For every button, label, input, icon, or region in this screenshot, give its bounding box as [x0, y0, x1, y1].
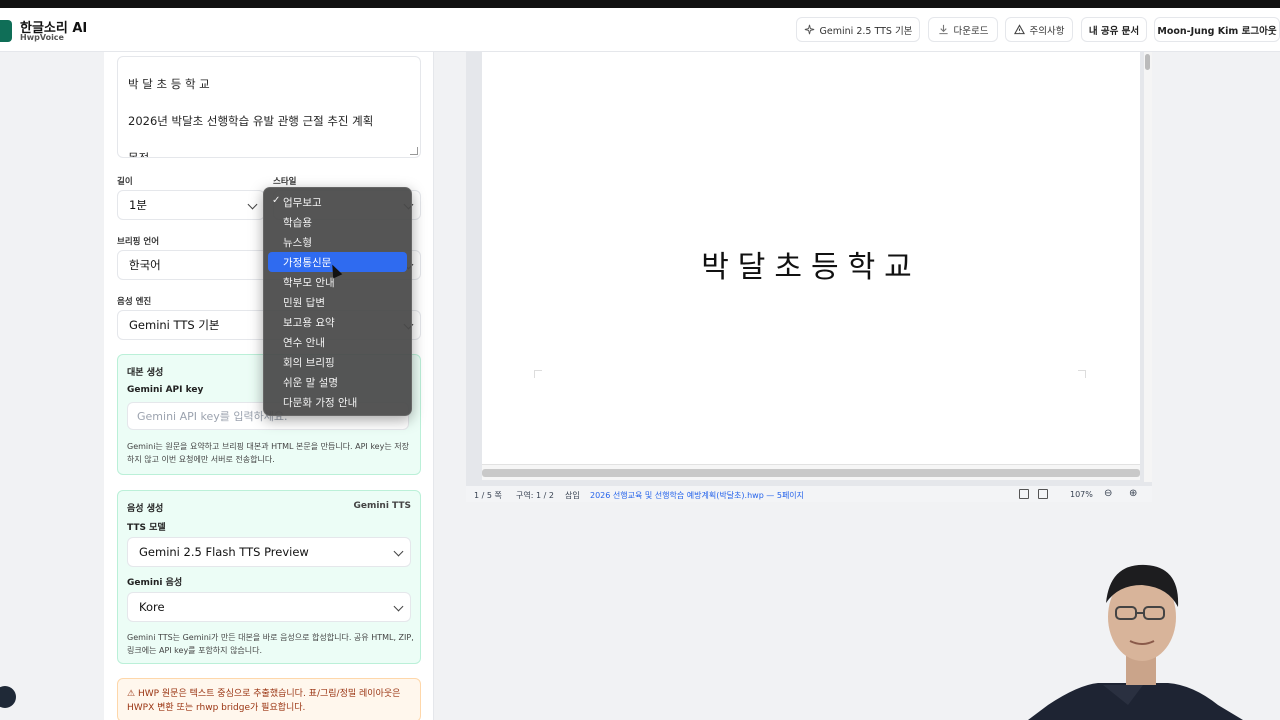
- presenter-image: [1028, 564, 1243, 720]
- style-option[interactable]: 뉴스형: [268, 232, 407, 252]
- scroll-thumb[interactable]: [1145, 54, 1150, 70]
- resize-handle[interactable]: [410, 147, 418, 155]
- script-gen-note: Gemini는 원문을 요약하고 브리핑 대본과 HTML 본문을 만듭니다. …: [127, 442, 409, 464]
- caution-button-label: 주의사항: [1029, 25, 1065, 37]
- chevron-down-icon: [393, 546, 404, 557]
- insert-mode: 삽입: [565, 491, 580, 500]
- download-button[interactable]: 다운로드: [928, 17, 998, 42]
- account-button[interactable]: Moon-Jung Kim 로그아웃: [1154, 17, 1280, 42]
- tts-model-select[interactable]: Gemini 2.5 Flash TTS Preview: [127, 537, 411, 567]
- checkmark-icon: ✓: [272, 195, 281, 206]
- length-label: 길이: [117, 177, 133, 187]
- voice-select[interactable]: Kore: [127, 592, 411, 622]
- style-option-label: 보고용 요약: [283, 317, 335, 330]
- style-option[interactable]: 보고용 요약: [268, 313, 407, 333]
- model-button[interactable]: Gemini 2.5 TTS 기본: [796, 17, 920, 42]
- viewer-status-bar: 1 / 5 쪽 구역: 1 / 2 삽입 2026 선행교육 및 선행학습 예방…: [466, 485, 1152, 502]
- chevron-down-icon: [393, 601, 404, 612]
- api-key-label: Gemini API key: [127, 385, 204, 395]
- app-header: 한글소리 AI HwpVoice Gemini 2.5 TTS 기본 다운로드 …: [0, 8, 1280, 52]
- page-corner-mark: [534, 370, 542, 378]
- scroll-thumb[interactable]: [482, 469, 1140, 477]
- style-option-label: 민원 답변: [283, 297, 325, 310]
- style-option-label: 학습용: [283, 216, 312, 229]
- page-width-icon[interactable]: [1019, 489, 1029, 499]
- zoom-in-icon[interactable]: ⊕: [1129, 488, 1137, 499]
- page-corner-mark: [1078, 370, 1086, 378]
- style-option-label: 연수 안내: [283, 337, 325, 350]
- style-option[interactable]: 민원 답변: [268, 292, 407, 312]
- style-option-label: 다문화 가정 안내: [283, 397, 358, 410]
- tts-model-label: TTS 모델: [127, 523, 166, 533]
- editor-line: 2026년 박달초 선행학습 유발 관행 근절 추진 계획: [128, 114, 374, 128]
- style-option[interactable]: 다문화 가정 안내: [268, 393, 407, 413]
- language-label: 브리핑 언어: [117, 237, 160, 247]
- style-dropdown-menu[interactable]: ✓ 업무보고학습용뉴스형가정통신문학부모 안내민원 답변보고용 요약연수 안내회의…: [263, 187, 412, 416]
- shared-docs-button[interactable]: 내 공유 문서: [1081, 17, 1147, 42]
- length-select[interactable]: 1분: [117, 190, 265, 220]
- style-option[interactable]: 쉬운 말 설명: [268, 373, 407, 393]
- length-value: 1분: [129, 198, 147, 212]
- warning-line: HWPX 변환 또는 rhwp bridge가 필요합니다.: [127, 703, 306, 713]
- warning-line: ⚠ HWP 원문은 텍스트 중심으로 추출했습니다. 표/그림/정밀 레이아웃은: [127, 687, 411, 701]
- voice-value: Kore: [139, 600, 165, 614]
- zoom-level: 107%: [1070, 490, 1093, 499]
- file-name: 2026 선행교육 및 선행학습 예방계획(박달초).hwp — 5페이지: [590, 491, 805, 500]
- hwp-warning: ⚠ HWP 원문은 텍스트 중심으로 추출했습니다. 표/그림/정밀 레이아웃은…: [117, 678, 421, 720]
- vertical-scrollbar[interactable]: [1144, 52, 1152, 482]
- style-option-label: 업무보고: [283, 196, 322, 209]
- tts-model-value: Gemini 2.5 Flash TTS Preview: [139, 545, 309, 559]
- app-logo-icon: [0, 20, 12, 42]
- model-button-label: Gemini 2.5 TTS 기본: [819, 25, 913, 37]
- download-button-label: 다운로드: [953, 25, 989, 37]
- fit-page-icon[interactable]: [1038, 489, 1048, 499]
- horizontal-scrollbar[interactable]: [482, 464, 1140, 480]
- assistant-bubble-icon[interactable]: [0, 686, 16, 708]
- document-page: 박달초등학교: [482, 52, 1140, 464]
- account-label: Moon-Jung Kim 로그아웃: [1157, 25, 1277, 37]
- editor-line: 목적: [128, 151, 150, 158]
- editor-line: 박 달 초 등 학 교: [128, 77, 210, 91]
- style-option-label: 학부모 안내: [283, 276, 335, 289]
- document-title: 박달초등학교: [701, 250, 921, 285]
- style-option-label: 뉴스형: [283, 236, 312, 249]
- voice-label: Gemini 음성: [127, 578, 183, 588]
- style-option[interactable]: ✓ 업무보고: [268, 192, 407, 212]
- style-option[interactable]: 연수 안내: [268, 333, 407, 353]
- voice-gen-note: Gemini TTS는 Gemini가 만든 대본을 바로 음성으로 합성합니다…: [127, 633, 414, 655]
- caution-button[interactable]: 주의사항: [1005, 17, 1073, 42]
- script-gen-title: 대본 생성: [127, 368, 164, 378]
- style-option[interactable]: 회의 브리핑: [268, 353, 407, 373]
- download-icon: [938, 24, 948, 35]
- chevron-down-icon: [247, 199, 258, 210]
- engine-value: Gemini TTS 기본: [129, 318, 220, 332]
- voice-generation-box: 음성 생성 Gemini TTS TTS 모델 Gemini 2.5 Flash…: [117, 490, 421, 664]
- voice-gen-title: 음성 생성: [127, 504, 164, 514]
- shared-docs-label: 내 공유 문서: [1088, 25, 1140, 37]
- zoom-out-icon[interactable]: ⊖: [1104, 488, 1112, 499]
- sparkle-icon: [804, 24, 814, 35]
- section-indicator: 구역: 1 / 2: [516, 491, 554, 500]
- document-viewer: 박달초등학교 1 / 5 쪽 구역: 1 / 2 삽입 2026 선행교육 및 …: [466, 52, 1152, 502]
- webcam-overlay: [1018, 555, 1280, 720]
- engine-label: 음성 엔진: [117, 297, 152, 307]
- source-text-editor[interactable]: 박 달 초 등 학 교 2026년 박달초 선행학습 유발 관행 근절 추진 계…: [117, 56, 421, 158]
- style-option-label: 가정통신문: [283, 256, 332, 269]
- warning-icon: ⚠: [127, 689, 138, 699]
- page-indicator: 1 / 5 쪽: [474, 491, 502, 500]
- style-option-label: 회의 브리핑: [283, 357, 335, 370]
- style-option-label: 쉬운 말 설명: [283, 377, 338, 390]
- warning-text: HWP 원문은 텍스트 중심으로 추출했습니다. 표/그림/정밀 레이아웃은: [137, 689, 401, 699]
- warning-icon: [1013, 24, 1025, 35]
- app-subtitle: HwpVoice: [20, 33, 64, 42]
- style-option[interactable]: 학습용: [268, 212, 407, 232]
- top-bar-strip: [0, 0, 1280, 8]
- voice-gen-badge: Gemini TTS: [353, 501, 411, 511]
- language-value: 한국어: [129, 258, 161, 272]
- style-label: 스타일: [273, 177, 297, 187]
